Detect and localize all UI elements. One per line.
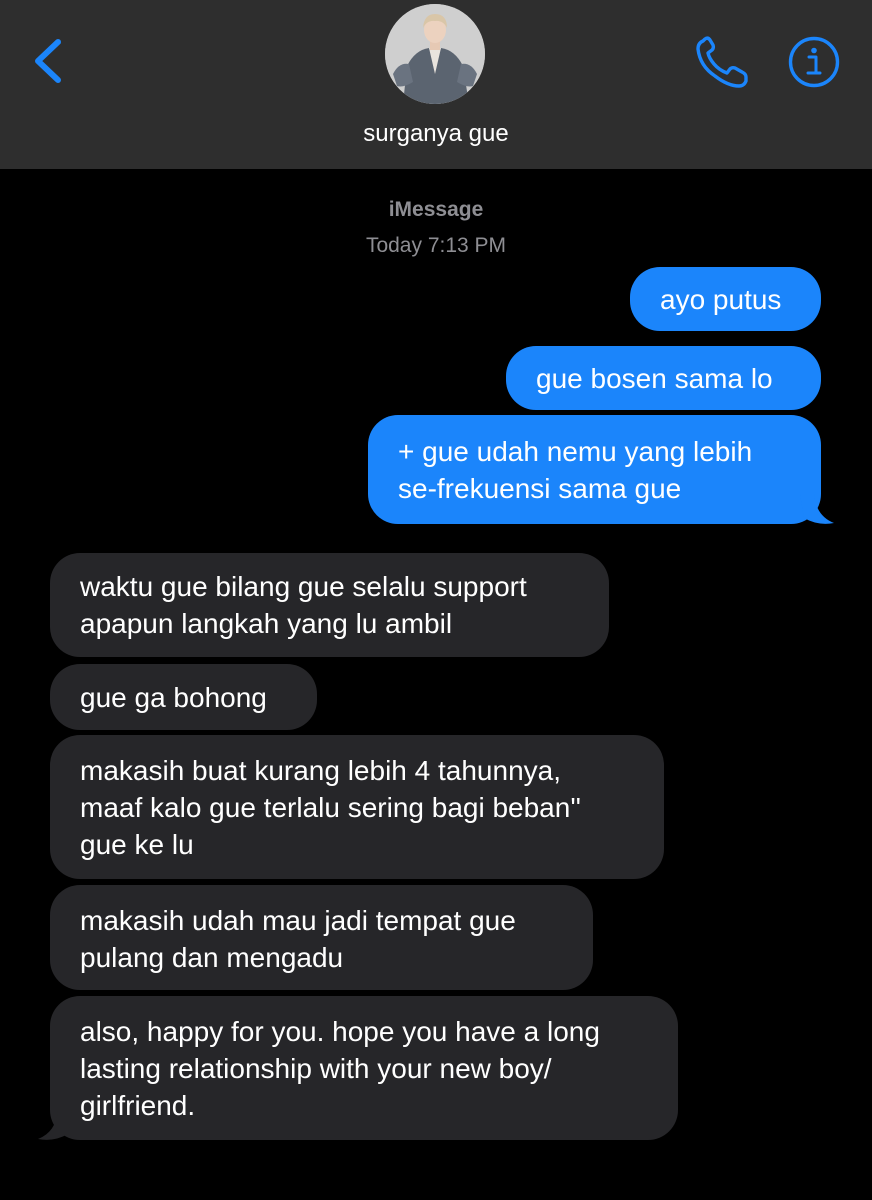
message-line: gue ke lu	[80, 829, 194, 860]
message-line: lasting relationship with your new boy/	[80, 1053, 552, 1084]
call-button[interactable]	[694, 36, 750, 90]
avatar-photo	[385, 4, 485, 104]
message-line: maaf kalo gue terlalu sering bagi beban'…	[80, 792, 582, 823]
conversation-header: surganya gue	[0, 0, 872, 169]
info-button[interactable]	[788, 36, 840, 88]
message-text: ayo putus	[660, 283, 782, 315]
message-line: makasih udah mau jadi tempat gue	[80, 905, 516, 936]
sent-message-bubble[interactable]: + gue udah nemu yang lebih se-frekuensi …	[368, 415, 821, 524]
avatar[interactable]	[385, 4, 485, 104]
message-line: apapun langkah yang lu ambil	[80, 608, 453, 639]
service-label: iMessage	[388, 198, 484, 221]
message-line: makasih buat kurang lebih 4 tahunnya,	[80, 755, 561, 786]
back-button[interactable]	[28, 36, 68, 86]
received-message-bubble[interactable]: makasih buat kurang lebih 4 tahunnya, ma…	[50, 735, 664, 879]
message-line: pulang dan mengadu	[80, 942, 344, 973]
info-icon	[788, 36, 840, 88]
phone-icon	[696, 36, 748, 88]
message-text: gue bosen sama lo	[536, 362, 773, 394]
received-message-bubble[interactable]: also, happy for you. hope you have a lon…	[50, 996, 678, 1140]
sent-bubble-tail	[800, 494, 834, 524]
message-line: + gue udah nemu yang lebih	[398, 436, 753, 467]
message-line: se-frekuensi sama gue	[398, 473, 682, 504]
message-line: girlfriend.	[80, 1090, 196, 1121]
contact-name[interactable]: surganya gue	[0, 120, 872, 148]
message-timestamp: Today 7:13 PM	[365, 234, 507, 257]
sent-message-bubble[interactable]: gue bosen sama lo	[506, 346, 821, 410]
received-message-bubble[interactable]: waktu gue bilang gue selalu support apap…	[50, 553, 609, 657]
received-bubble-tail	[38, 1110, 72, 1140]
message-text: gue ga bohong	[80, 681, 267, 713]
message-line: waktu gue bilang gue selalu support	[80, 571, 527, 602]
message-line: also, happy for you. hope you have a lon…	[80, 1016, 600, 1047]
sent-message-bubble[interactable]: ayo putus	[630, 267, 821, 331]
chevron-left-icon	[35, 39, 61, 83]
received-message-bubble[interactable]: makasih udah mau jadi tempat gue pulang …	[50, 885, 593, 990]
received-message-bubble[interactable]: gue ga bohong	[50, 664, 317, 730]
